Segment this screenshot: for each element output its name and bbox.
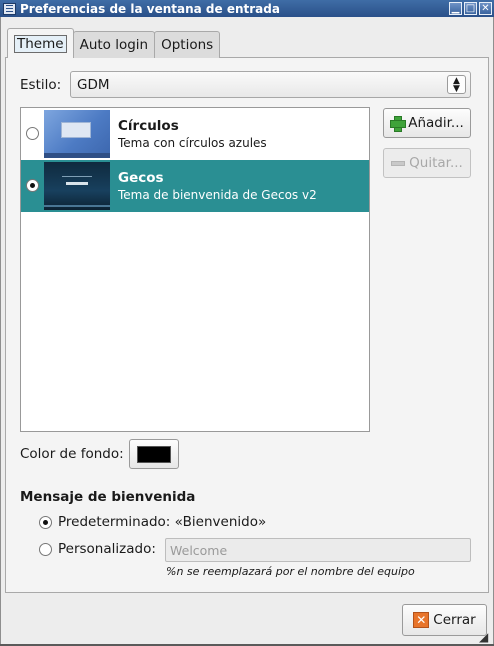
- theme-radio-circulos[interactable]: [26, 127, 39, 140]
- color-swatch: [137, 446, 171, 463]
- minimize-button[interactable]: ▁: [449, 2, 462, 15]
- custom-message-label[interactable]: Personalizado:: [58, 541, 156, 557]
- window-title: Preferencias de la ventana de entrada: [20, 1, 280, 16]
- remove-theme-button[interactable]: Quitar...: [383, 148, 471, 178]
- plus-icon: [390, 116, 407, 132]
- welcome-section-title: Mensaje de bienvenida: [20, 489, 196, 505]
- close-icon: ✕: [413, 612, 430, 628]
- tab-auto-login-label: Auto login: [79, 37, 149, 53]
- window-menu-icon[interactable]: [3, 2, 16, 15]
- background-color-button[interactable]: [129, 439, 179, 469]
- background-color-label: Color de fondo:: [20, 446, 124, 462]
- default-message-radio[interactable]: [39, 516, 52, 529]
- custom-message-radio[interactable]: [39, 543, 52, 556]
- theme-description: Tema de bienvenida de Gecos v2: [118, 188, 317, 202]
- style-combobox[interactable]: GDM ▲ ▼: [70, 71, 471, 98]
- style-combobox-value: GDM: [77, 76, 110, 93]
- maximize-button[interactable]: □: [464, 2, 477, 15]
- remove-theme-label: Quitar...: [409, 155, 463, 171]
- theme-thumbnail-gecos: [44, 162, 110, 210]
- custom-message-hint: %n se reemplazará por el nombre del equi…: [166, 565, 415, 578]
- style-label: Estilo:: [20, 77, 62, 93]
- tab-options-label: Options: [161, 37, 214, 53]
- add-theme-button[interactable]: Añadir...: [383, 108, 471, 138]
- close-button-label: Cerrar: [433, 612, 476, 628]
- tab-auto-login[interactable]: Auto login: [72, 31, 156, 58]
- resize-grip-icon[interactable]: ◢: [479, 631, 491, 643]
- minus-icon: [391, 160, 406, 166]
- tab-bar: Theme Auto login Options: [7, 28, 221, 58]
- theme-radio-gecos[interactable]: [26, 179, 39, 192]
- theme-title: Círculos: [118, 118, 179, 134]
- default-message-label[interactable]: Predeterminado: «Bienvenido»: [58, 514, 266, 530]
- close-window-button[interactable]: ✕: [479, 2, 492, 15]
- updown-arrows-icon: ▲ ▼: [447, 75, 466, 94]
- title-bar[interactable]: Preferencias de la ventana de entrada ▁ …: [0, 0, 494, 17]
- theme-description: Tema con círculos azules: [118, 136, 267, 150]
- custom-message-input[interactable]: Welcome: [165, 538, 471, 562]
- theme-thumbnail-circulos: [44, 110, 110, 158]
- close-button[interactable]: ✕ Cerrar: [402, 604, 487, 636]
- tab-theme-label: Theme: [14, 34, 67, 53]
- theme-title: Gecos: [118, 170, 164, 186]
- tab-options[interactable]: Options: [154, 31, 221, 58]
- add-theme-label: Añadir...: [408, 115, 464, 131]
- theme-list[interactable]: Círculos Tema con círculos azules Gecos …: [20, 107, 370, 432]
- theme-row-gecos[interactable]: Gecos Tema de bienvenida de Gecos v2: [21, 160, 369, 212]
- custom-message-placeholder: Welcome: [170, 542, 228, 558]
- tab-theme[interactable]: Theme: [7, 28, 74, 58]
- theme-row-circulos[interactable]: Círculos Tema con círculos azules: [21, 108, 369, 160]
